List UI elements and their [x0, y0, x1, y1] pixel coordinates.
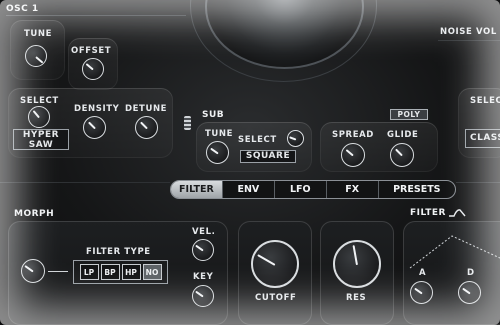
osc-offset-knob[interactable]	[82, 58, 104, 80]
osc-density-label: DENSITY	[74, 104, 120, 114]
glide-label: GLIDE	[387, 130, 419, 140]
sub-title: SUB	[202, 110, 225, 120]
tab-env[interactable]: ENV	[221, 181, 274, 198]
osc-title: OSC 1	[6, 4, 39, 14]
sub-toggle-switch[interactable]	[184, 116, 191, 130]
filter-curve-icon	[449, 209, 466, 217]
tab-fx[interactable]: FX	[325, 181, 378, 198]
tab-filter[interactable]: FILTER	[171, 181, 222, 198]
spread-label: SPREAD	[332, 130, 374, 140]
env-a-knob[interactable]	[410, 281, 433, 304]
vel-knob[interactable]	[192, 239, 214, 261]
res-knob[interactable]	[333, 240, 381, 288]
filter-type-bp[interactable]: BP	[100, 264, 120, 280]
key-knob[interactable]	[192, 285, 214, 307]
cutoff-label: CUTOFF	[255, 293, 297, 303]
filter-type-lp[interactable]: LP	[79, 264, 99, 280]
filter-type-hp[interactable]: HP	[121, 264, 141, 280]
speaker-ring	[190, 0, 377, 82]
tab-bar: FILTER ENV LFO FX PRESETS	[170, 180, 456, 199]
noise-vol-label: NOISE VOL	[440, 27, 497, 37]
res-label: RES	[346, 293, 367, 303]
filter-type-group: LP BP HP NO	[73, 260, 168, 284]
env-d-knob[interactable]	[458, 281, 481, 304]
osc-wave-line2: SAW	[28, 140, 54, 150]
env-d-label: D	[467, 268, 475, 278]
sub-select-knob[interactable]	[287, 130, 304, 147]
osc-tune-knob[interactable]	[25, 45, 47, 67]
morph-connector	[48, 271, 68, 272]
osc-detune-knob[interactable]	[135, 116, 158, 139]
osc-wave-line1: HYPER	[22, 130, 60, 140]
filter-env-title: FILTER	[410, 208, 446, 218]
right-select-display[interactable]: CLASS	[465, 129, 500, 148]
glide-knob[interactable]	[390, 143, 414, 167]
osc-select-label: SELECT	[20, 96, 59, 106]
sub-tune-knob[interactable]	[206, 141, 229, 164]
spread-knob[interactable]	[341, 143, 365, 167]
tab-lfo[interactable]: LFO	[273, 181, 326, 198]
key-label: KEY	[193, 272, 214, 282]
filter-type-no[interactable]: NO	[142, 264, 162, 280]
osc-select-knob[interactable]	[28, 106, 50, 128]
osc-detune-label: DETUNE	[125, 104, 168, 114]
poly-button[interactable]: POLY	[390, 109, 428, 120]
osc-density-knob[interactable]	[83, 116, 106, 139]
tab-presets[interactable]: PRESETS	[377, 181, 455, 198]
osc-wave-display[interactable]: HYPER SAW	[13, 129, 69, 150]
osc-tune-label: TUNE	[24, 29, 53, 39]
sub-tune-label: TUNE	[205, 129, 234, 139]
morph-title: MORPH	[14, 209, 55, 219]
tabs-left-line	[0, 182, 170, 183]
env-a-label: A	[419, 268, 427, 278]
tabs-right-line	[456, 182, 500, 183]
vel-label: VEL.	[192, 227, 216, 237]
sub-wave-display[interactable]: SQUARE	[240, 150, 296, 163]
morph-knob[interactable]	[21, 259, 45, 283]
envelope-graph	[409, 235, 500, 269]
cutoff-knob[interactable]	[251, 240, 299, 288]
osc-divider	[6, 15, 186, 16]
osc-offset-label: OFFSET	[71, 46, 112, 56]
right-select-label: SELEC	[470, 96, 500, 106]
noise-divider	[438, 40, 500, 41]
filter-type-label: FILTER TYPE	[86, 247, 151, 257]
sub-select-label: SELECT	[238, 135, 277, 145]
